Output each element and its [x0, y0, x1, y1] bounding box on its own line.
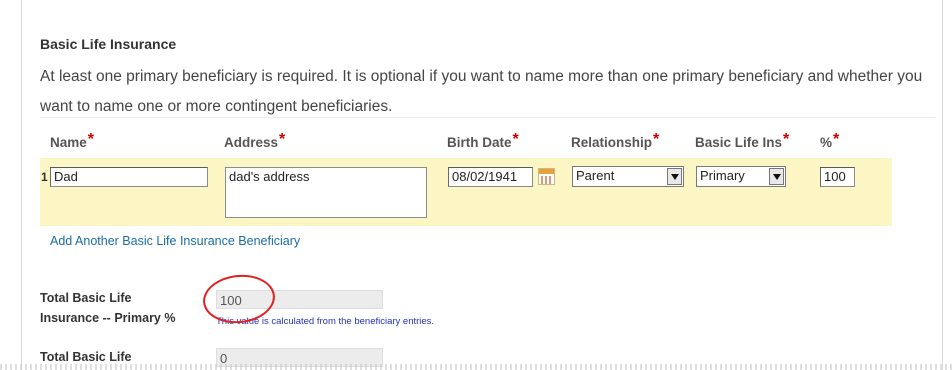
- section-description: At least one primary beneficiary is requ…: [40, 68, 923, 115]
- relationship-select[interactable]: Parent: [572, 166, 684, 187]
- basic-life-ins-select[interactable]: Primary: [696, 166, 786, 187]
- chevron-down-icon[interactable]: [667, 168, 682, 185]
- required-marker: *: [512, 131, 519, 148]
- required-marker: *: [833, 131, 840, 148]
- add-beneficiary-link[interactable]: Add Another Basic Life Insurance Benefic…: [50, 234, 300, 248]
- required-marker: *: [783, 131, 790, 148]
- column-header-name: Name*: [50, 131, 95, 152]
- column-header-name-label: Name: [50, 135, 87, 150]
- calendar-icon[interactable]: [538, 168, 555, 185]
- column-header-birth-date-label: Birth Date: [447, 135, 512, 150]
- required-marker: *: [87, 131, 95, 148]
- total-primary-label-line2: Insurance -- Primary %: [40, 311, 176, 325]
- beneficiary-name-input[interactable]: Dad: [50, 167, 208, 187]
- row-number: 1: [41, 170, 48, 184]
- column-header-basic-life-ins: Basic Life Ins*: [695, 131, 790, 152]
- basic-life-ins-select-value: Primary: [700, 168, 745, 183]
- birth-date-input[interactable]: 08/02/1941: [448, 167, 533, 187]
- column-header-relationship: Relationship*: [571, 131, 660, 152]
- column-header-relationship-label: Relationship: [571, 135, 653, 150]
- column-header-basic-life-ins-label: Basic Life Ins: [695, 135, 783, 150]
- total-primary-label: Total Basic Life Insurance -- Primary %: [40, 288, 175, 328]
- required-marker: *: [653, 131, 660, 148]
- torn-edge: [0, 364, 952, 370]
- required-marker: *: [279, 131, 286, 148]
- column-header-address-label: Address: [224, 135, 279, 150]
- column-header-address: Address*: [224, 131, 286, 152]
- column-header-percent: %*: [820, 131, 840, 152]
- total-primary-label-line1: Total Basic Life: [40, 291, 132, 305]
- chevron-down-icon[interactable]: [769, 168, 784, 185]
- column-header-percent-label: %: [820, 135, 833, 150]
- relationship-select-value: Parent: [576, 168, 615, 183]
- section-title: Basic Life Insurance: [40, 36, 177, 52]
- divider: [40, 117, 935, 118]
- percent-input[interactable]: 100: [820, 167, 855, 187]
- column-header-birth-date: Birth Date*: [447, 131, 519, 152]
- beneficiary-address-textarea[interactable]: dad's address: [225, 167, 427, 218]
